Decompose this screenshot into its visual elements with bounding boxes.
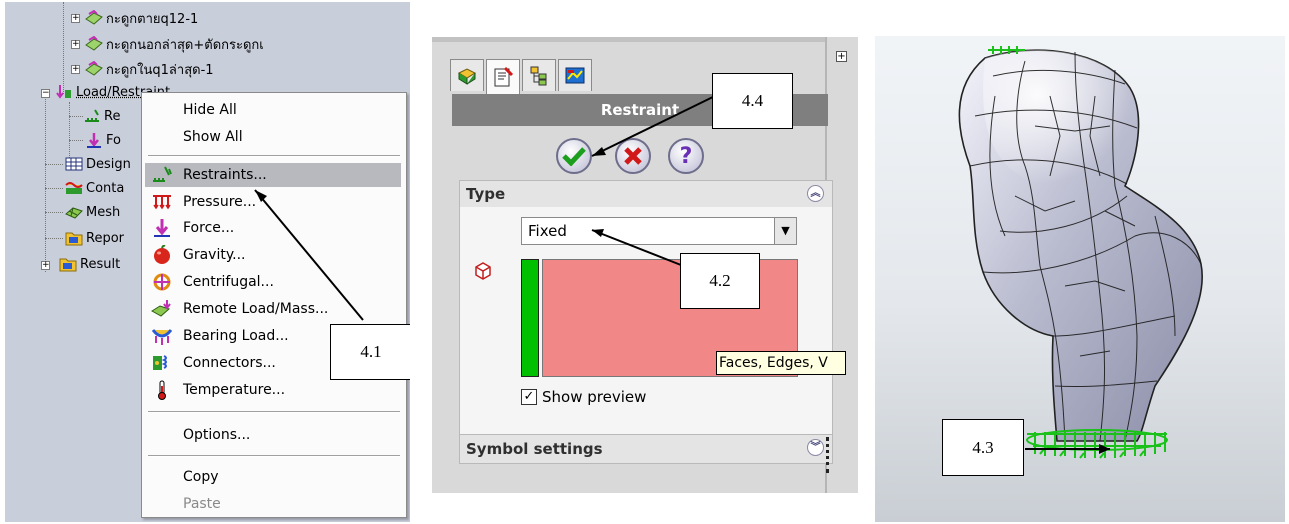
- symbol-settings-group: Symbol settings ︾: [459, 434, 833, 464]
- property-manager-panel: + Restraint ? 4.4 Type ︽ Fixed ▼ Faces, …: [432, 37, 858, 493]
- callout-arrow: [591, 229, 687, 268]
- callout-4-1: 4.1: [330, 324, 410, 380]
- callout-4-3: 4.3: [942, 419, 1024, 476]
- expand-icon[interactable]: ︾: [807, 439, 824, 456]
- callout-4-2: 4.2: [680, 253, 760, 309]
- callout-label: 4.1: [360, 342, 382, 361]
- graphics-viewport[interactable]: 4.3: [875, 36, 1285, 522]
- symbol-settings-header[interactable]: Symbol settings ︾: [460, 435, 832, 463]
- callout-arrow: [1025, 444, 1110, 454]
- callout-label: 4.2: [709, 271, 731, 290]
- splitter-handle[interactable]: [826, 437, 830, 473]
- callout-arrow: [254, 189, 364, 321]
- callout-label: 4.3: [972, 437, 994, 457]
- group-title: Symbol settings: [466, 440, 603, 458]
- feature-tree-panel: + กะดูกตายq12-1 + กะดูกนอกล่าสุด+ตัดกระด…: [5, 2, 410, 522]
